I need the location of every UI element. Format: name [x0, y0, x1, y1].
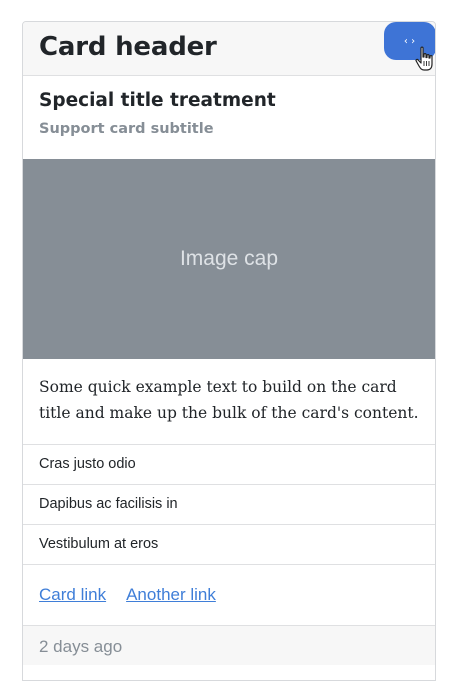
footer-timestamp: 2 days ago [39, 637, 123, 656]
image-cap-label: Image cap [179, 247, 279, 270]
card-text: Some quick example text to build on the … [23, 359, 435, 445]
card-links: Card link Another link [23, 565, 435, 625]
list-group: Cras justo odio Dapibus ac facilisis in … [23, 445, 435, 565]
card: Card header ‹› Special title treatment S… [22, 21, 436, 681]
another-link[interactable]: Another link [126, 585, 216, 605]
card-header: Card header ‹› [23, 22, 435, 76]
card-link[interactable]: Card link [39, 585, 106, 605]
list-item: Cras justo odio [23, 445, 435, 485]
hand-pointer-icon [415, 46, 433, 71]
image-cap: Image cap [23, 159, 435, 359]
list-item: Dapibus ac facilisis in [23, 485, 435, 525]
card-body: Special title treatment Support card sub… [23, 76, 435, 159]
card-subtitle: Support card subtitle [39, 121, 214, 137]
code-icon: ‹› [402, 35, 418, 47]
card-header-title: Card header [39, 32, 217, 62]
card-footer: 2 days ago [23, 625, 435, 665]
card-title: Special title treatment [39, 90, 276, 111]
list-item: Vestibulum at eros [23, 525, 435, 565]
